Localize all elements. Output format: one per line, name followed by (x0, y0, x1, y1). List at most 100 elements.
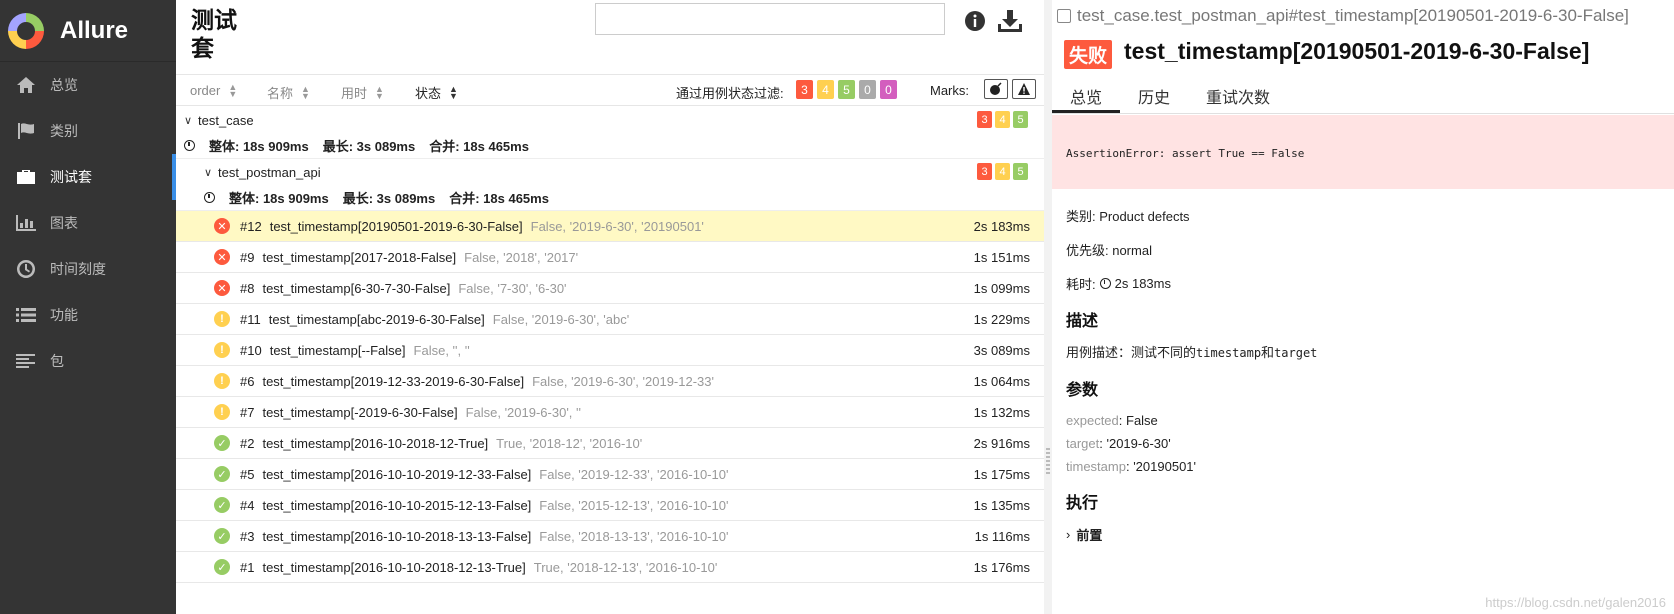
search-input[interactable] (595, 3, 945, 35)
test-params: False, '2019-6-30', '2019-12-33' (532, 373, 714, 389)
passed-status-icon: ✓ (214, 497, 230, 513)
description-code: target (1274, 346, 1318, 360)
filter-passed[interactable]: 5 (838, 80, 855, 99)
param-key: expected (1066, 413, 1119, 428)
test-row[interactable]: ✕ #8 test_timestamp[6-30-7-30-False] False,… (176, 273, 1044, 304)
description-title: 描述 (1066, 313, 1099, 330)
app-name: Allure (60, 16, 129, 44)
param-value: '2019-6-30' (1106, 436, 1171, 451)
test-duration: 1s 151ms (973, 249, 1030, 265)
passed-status-icon: ✓ (214, 559, 230, 575)
sidebar-item-behaviors[interactable]: 功能 (0, 292, 176, 338)
status-filter: 3 4 5 0 0 (796, 80, 897, 99)
download-icon (998, 10, 1022, 32)
download-button[interactable] (996, 8, 1024, 34)
tree-group-test-postman-api[interactable]: ∨ test_postman_api 3 4 5 (176, 159, 1044, 185)
description-code: timestamp (1196, 346, 1262, 360)
test-row[interactable]: ! #7 test_timestamp[-2019-6-30-False] False… (176, 397, 1044, 428)
bomb-icon (990, 82, 1002, 95)
sidebar-item-timeline[interactable]: 时间刻度 (0, 246, 176, 292)
test-row[interactable]: ! #10 test_timestamp[--False] False, '', ''… (176, 335, 1044, 366)
test-duration: 1s 132ms (973, 404, 1030, 420)
app-logo[interactable]: Allure (0, 0, 176, 62)
test-number: #9 (240, 249, 255, 265)
test-row[interactable]: ✓ #4 test_timestamp[2016-10-10-2015-12-13-… (176, 490, 1044, 521)
flag-icon (14, 121, 38, 141)
tab-retries[interactable]: 重试次数 (1188, 80, 1288, 113)
test-params: False, '2019-6-30', '' (465, 404, 581, 420)
test-number: #5 (240, 466, 255, 482)
test-number: #7 (240, 404, 255, 420)
pane-splitter[interactable] (1044, 0, 1052, 614)
sort-label: 名称 (267, 86, 294, 101)
tree-group-test-case[interactable]: ∨ test_case 3 4 5 (176, 107, 1044, 133)
test-params: True, '2018-12', '2016-10' (496, 435, 643, 451)
param-value: '20190501' (1133, 459, 1197, 474)
status-filter-label: 通过用例状态过滤: (676, 86, 784, 101)
tab-history[interactable]: 历史 (1120, 80, 1188, 113)
sidebar: Allure 总览 类别 测试套 图表 时间刻度 功能 包 (0, 0, 176, 614)
mark-flaky-button[interactable] (984, 79, 1008, 99)
sort-by-status[interactable]: 状态 ▲ ▼ (415, 83, 458, 102)
severity-field: 优先级: normal (1066, 243, 1152, 258)
stats-combined: 合并: 18s 465ms (449, 191, 549, 206)
breadcrumb: test_case.test_postman_api#test_timestam… (1057, 6, 1629, 26)
sidebar-item-packages[interactable]: 包 (0, 338, 176, 384)
sort-toolbar: order ▲ ▼ 名称 ▲ ▼ 用时 ▲ ▼ 状态 ▲ ▼ 通过用例状态过滤: 3 4… (176, 74, 1044, 106)
test-duration: 1s 229ms (973, 311, 1030, 327)
sidebar-item-label: 测试套 (50, 169, 92, 185)
filter-skipped[interactable]: 0 (859, 80, 876, 99)
copy-icon[interactable] (1057, 9, 1071, 23)
sort-icon: ▲ ▼ (375, 83, 384, 101)
test-params: True, '2018-12-13', '2016-10-10' (533, 559, 718, 575)
param-key: timestamp (1066, 459, 1126, 474)
group-name: test_case (198, 112, 254, 128)
test-row[interactable]: ✓ #5 test_timestamp[2016-10-10-2019-12-33-… (176, 459, 1044, 490)
sidebar-item-label: 包 (50, 353, 64, 369)
status-badge: 失败 (1064, 40, 1113, 69)
sort-by-duration[interactable]: 用时 ▲ ▼ (341, 83, 384, 102)
test-row[interactable]: ✕ #12 test_timestamp[20190501-2019-6-30-Fa… (176, 211, 1044, 242)
test-params: False, '2015-12-13', '2016-10-10' (539, 497, 729, 513)
sort-icon: ▲ ▼ (228, 81, 238, 99)
filter-failed[interactable]: 3 (796, 80, 813, 99)
sort-by-name[interactable]: 名称 ▲ ▼ (267, 83, 310, 102)
filter-unknown[interactable]: 0 (880, 80, 897, 99)
warning-icon (1018, 83, 1030, 95)
test-number: #4 (240, 497, 255, 513)
test-name: test_timestamp[2016-10-10-2019-12-33-Fal… (262, 466, 532, 482)
param-row: timestamp: '20190501' (1066, 459, 1197, 474)
test-row[interactable]: ✓ #1 test_timestamp[2016-10-10-2018-12-13-… (176, 552, 1044, 583)
tab-overview[interactable]: 总览 (1052, 80, 1121, 113)
test-row[interactable]: ✕ #9 test_timestamp[2017-2018-False] False,… (176, 242, 1044, 273)
group-status-counts: 3 4 5 (977, 163, 1028, 180)
stats-total: 整体: 18s 909ms (209, 139, 309, 154)
parameters-title: 参数 (1066, 382, 1099, 399)
sidebar-item-suites[interactable]: 测试套 (0, 154, 176, 200)
description-text: 用例描述：测试不同的timestamp和target (1066, 342, 1317, 361)
sidebar-item-graphs[interactable]: 图表 (0, 200, 176, 246)
info-button[interactable] (963, 9, 987, 33)
sidebar-item-label: 时间刻度 (50, 261, 106, 277)
execution-title: 执行 (1066, 495, 1099, 512)
sidebar-item-overview[interactable]: 总览 (0, 62, 176, 108)
mark-new-failed-button[interactable] (1012, 79, 1036, 99)
test-duration: 1s 176ms (973, 559, 1030, 575)
param-row: expected: False (1066, 413, 1158, 428)
sort-label: 用时 (341, 86, 368, 101)
sort-by-order[interactable]: order ▲ ▼ (190, 81, 238, 99)
test-name: test_timestamp[2019-12-33-2019-6-30-Fals… (262, 373, 525, 389)
test-row[interactable]: ! #11 test_timestamp[abc-2019-6-30-False] F… (176, 304, 1044, 335)
test-duration: 1s 175ms (973, 466, 1030, 482)
test-row[interactable]: ! #6 test_timestamp[2019-12-33-2019-6-30-F… (176, 366, 1044, 397)
test-name: test_timestamp[2016-10-10-2018-12-13-Tru… (262, 559, 526, 575)
setup-toggle[interactable]: › 前置 (1066, 525, 1102, 544)
test-row[interactable]: ✓ #3 test_timestamp[2016-10-10-2018-13-13-… (176, 521, 1044, 552)
sidebar-item-label: 类别 (50, 123, 78, 139)
filter-broken[interactable]: 4 (817, 80, 834, 99)
test-duration: 2s 183ms (973, 218, 1030, 234)
test-row[interactable]: ✓ #2 test_timestamp[2016-10-2018-12-True] T… (176, 428, 1044, 459)
sort-icon: ▲ ▼ (301, 83, 310, 101)
stats-combined: 合并: 18s 465ms (429, 139, 529, 154)
sidebar-item-categories[interactable]: 类别 (0, 108, 176, 154)
